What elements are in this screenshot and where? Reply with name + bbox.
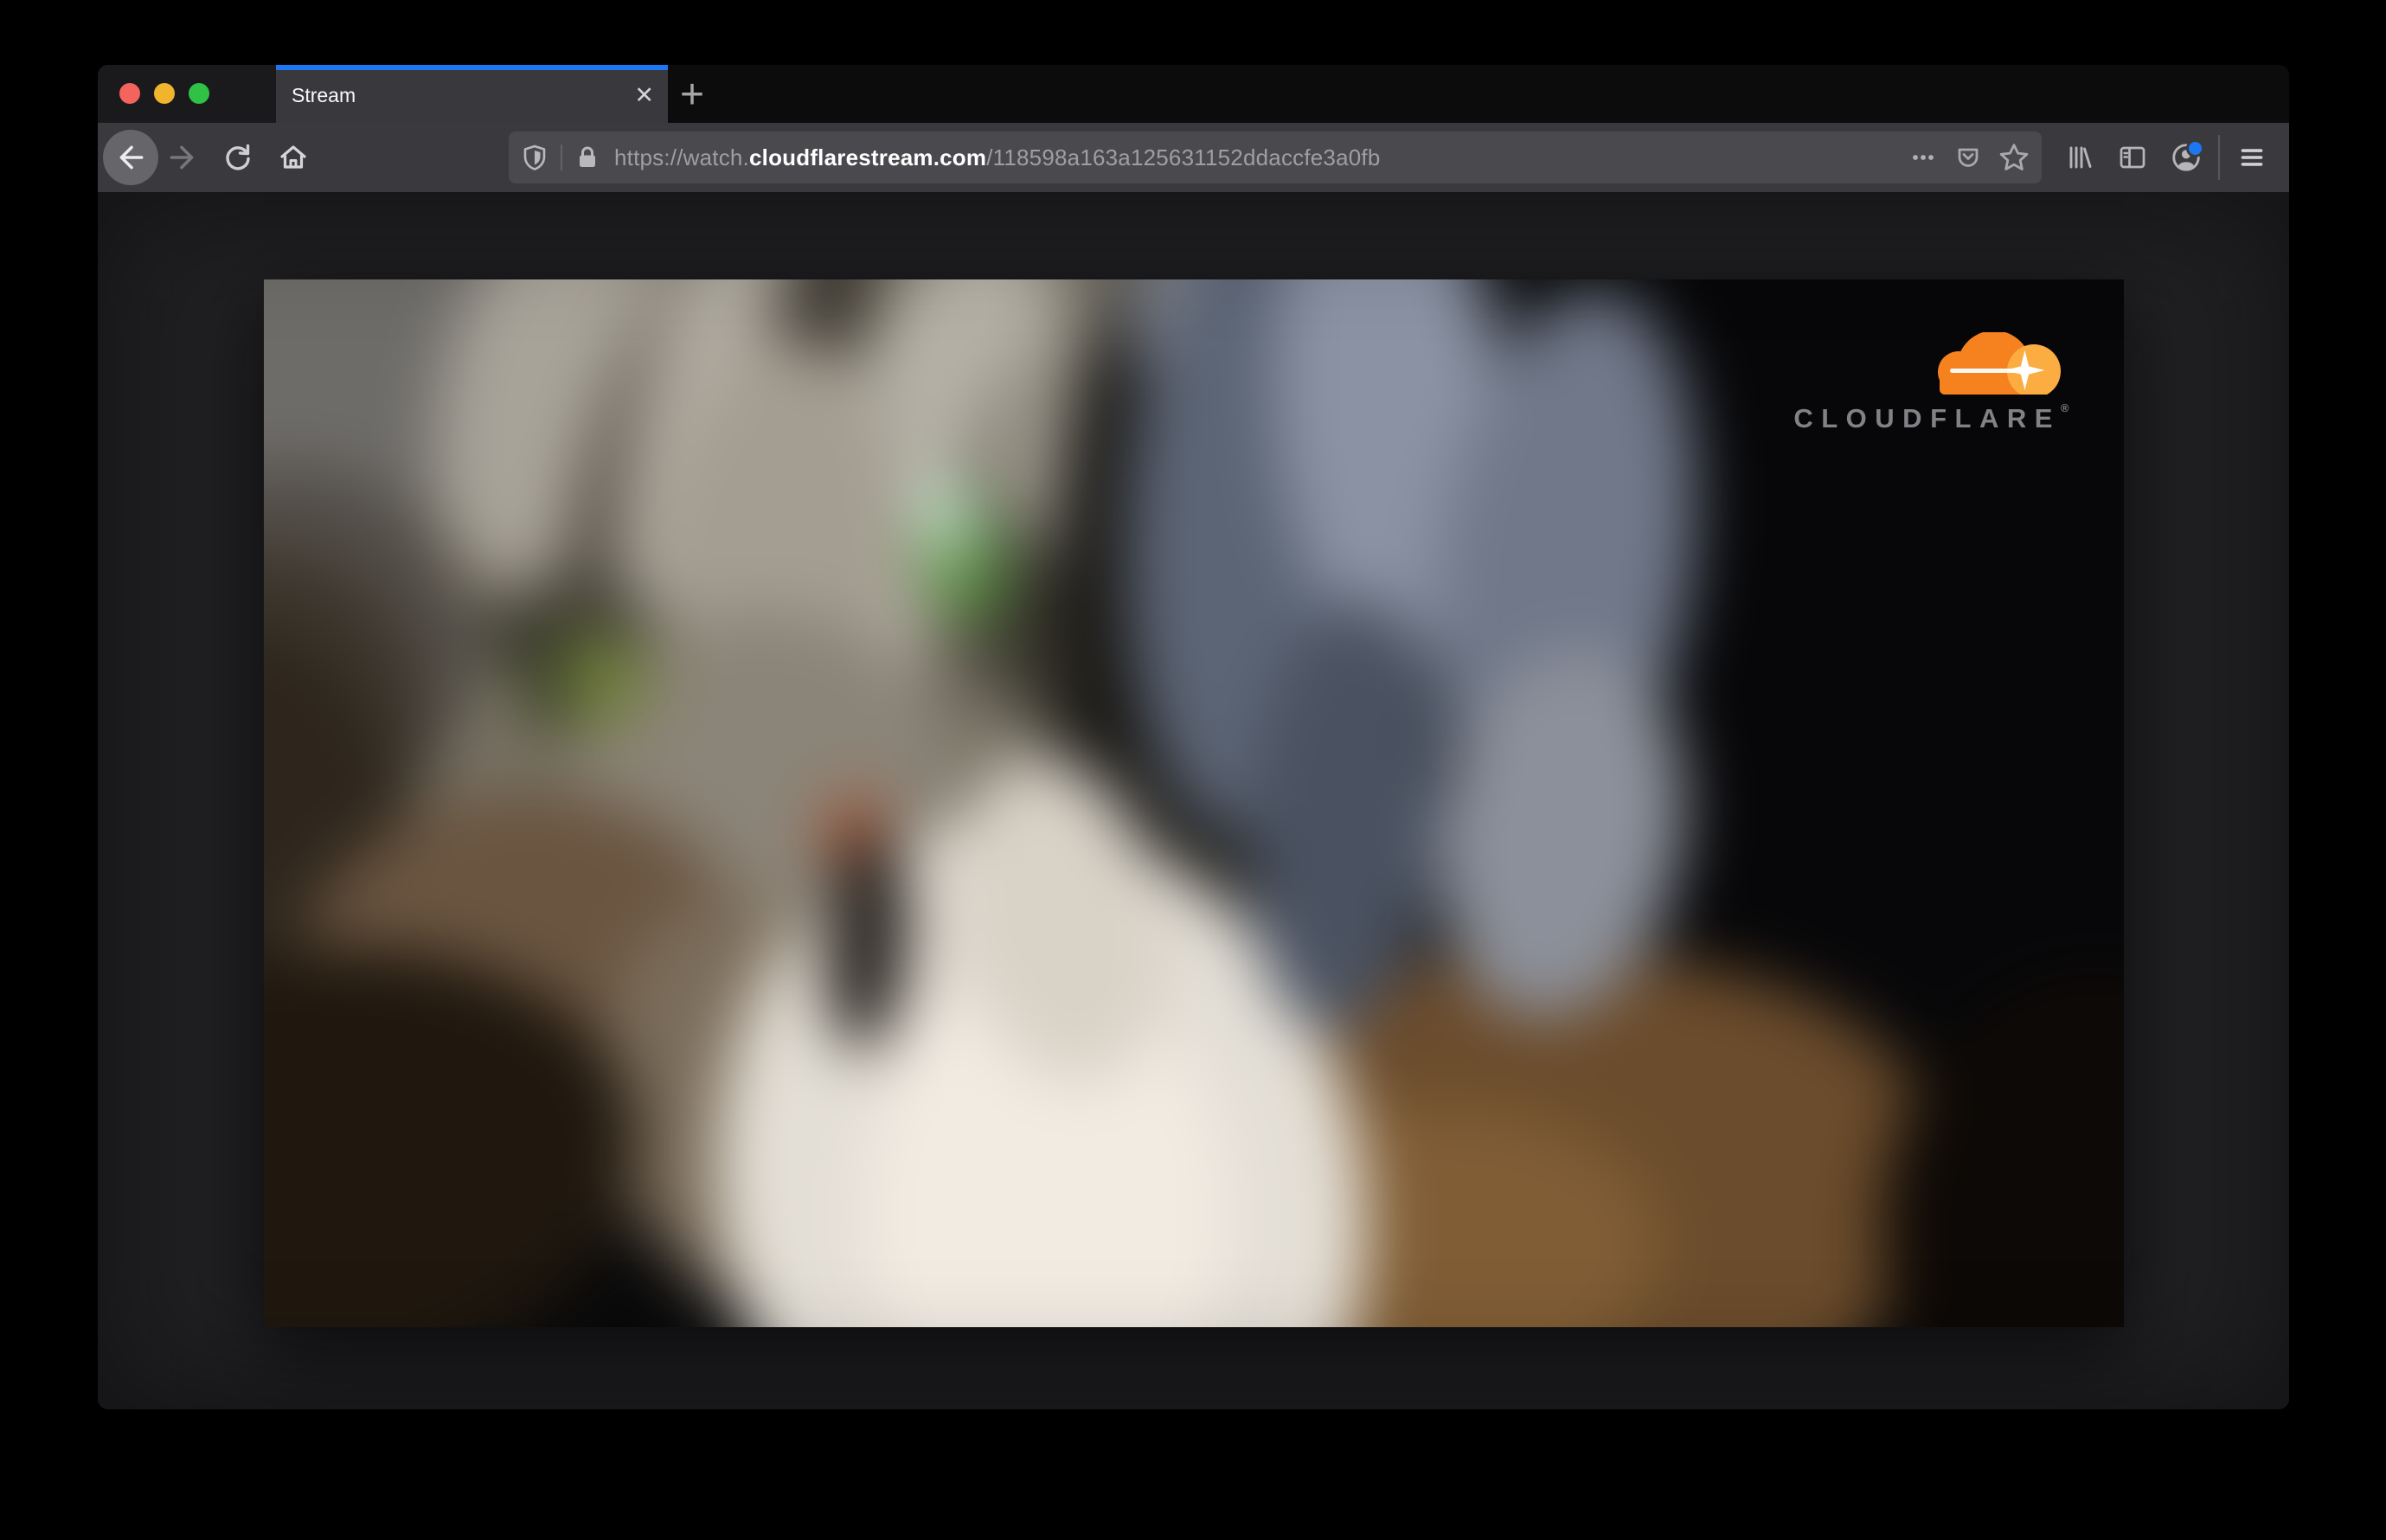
cloudflare-logo: CLOUDFLARE® — [1793, 332, 2069, 434]
home-button[interactable] — [269, 133, 317, 182]
cloudflare-wordmark: CLOUDFLARE® — [1793, 401, 2069, 433]
titlebar-traffic-lights — [98, 65, 276, 123]
tab-title: Stream — [292, 84, 356, 106]
account-button[interactable] — [2163, 134, 2210, 181]
url-text[interactable]: https://watch.cloudflarestream.com/11859… — [614, 144, 1893, 171]
reload-icon — [226, 144, 250, 170]
sidebar-button[interactable] — [2109, 134, 2156, 181]
home-icon — [280, 145, 306, 169]
bookmark-star-icon[interactable] — [1998, 142, 2030, 173]
urlbar-separator — [561, 144, 562, 170]
url-scheme: https://watch. — [614, 144, 749, 170]
hamburger-menu-icon — [2241, 149, 2263, 166]
video-frame-blurred-cat — [263, 279, 2124, 1327]
minimize-window-button[interactable] — [154, 83, 175, 104]
active-tab-indicator — [276, 65, 668, 70]
url-bar[interactable]: https://watch.cloudflarestream.com/11859… — [509, 132, 2042, 183]
reload-button[interactable] — [214, 133, 262, 182]
video-player[interactable]: CLOUDFLARE® — [263, 279, 2124, 1327]
toolbar-separator — [2218, 135, 2220, 180]
library-icon — [2069, 146, 2092, 169]
tracking-protection-shield-icon[interactable] — [521, 144, 548, 171]
zoom-window-button[interactable] — [189, 83, 209, 104]
sidebar-icon — [2120, 146, 2145, 169]
tab-bar: Stream ✕ + — [98, 65, 2289, 123]
new-tab-button[interactable]: + — [668, 65, 716, 123]
back-button[interactable] — [103, 130, 158, 185]
library-button[interactable] — [2056, 134, 2102, 181]
registered-mark: ® — [2060, 401, 2069, 414]
pocket-icon[interactable] — [1953, 143, 1983, 172]
url-path: /118598a163a125631152ddaccfe3a0fb — [986, 144, 1381, 170]
page-content: CLOUDFLARE® — [98, 192, 2289, 1409]
url-domain: cloudflarestream.com — [748, 144, 987, 170]
back-arrow-icon — [119, 145, 144, 170]
close-tab-icon[interactable]: ✕ — [634, 84, 654, 107]
account-notification-dot — [2186, 139, 2204, 157]
navigation-toolbar: https://watch.cloudflarestream.com/11859… — [98, 123, 2289, 192]
tab-bar-empty-space — [716, 65, 2289, 123]
forward-button[interactable] — [158, 133, 207, 182]
plus-icon: + — [679, 71, 705, 118]
menu-button[interactable] — [2229, 134, 2275, 181]
close-window-button[interactable] — [119, 83, 140, 104]
tab-stream[interactable]: Stream ✕ — [276, 65, 668, 123]
lock-icon[interactable] — [574, 144, 600, 170]
browser-window: Stream ✕ + https://watch.cloudflarestrea… — [98, 65, 2289, 1409]
page-actions-icon[interactable] — [1908, 143, 1938, 172]
cloudflare-cloud-icon — [1933, 332, 2064, 395]
forward-arrow-icon — [170, 145, 194, 170]
